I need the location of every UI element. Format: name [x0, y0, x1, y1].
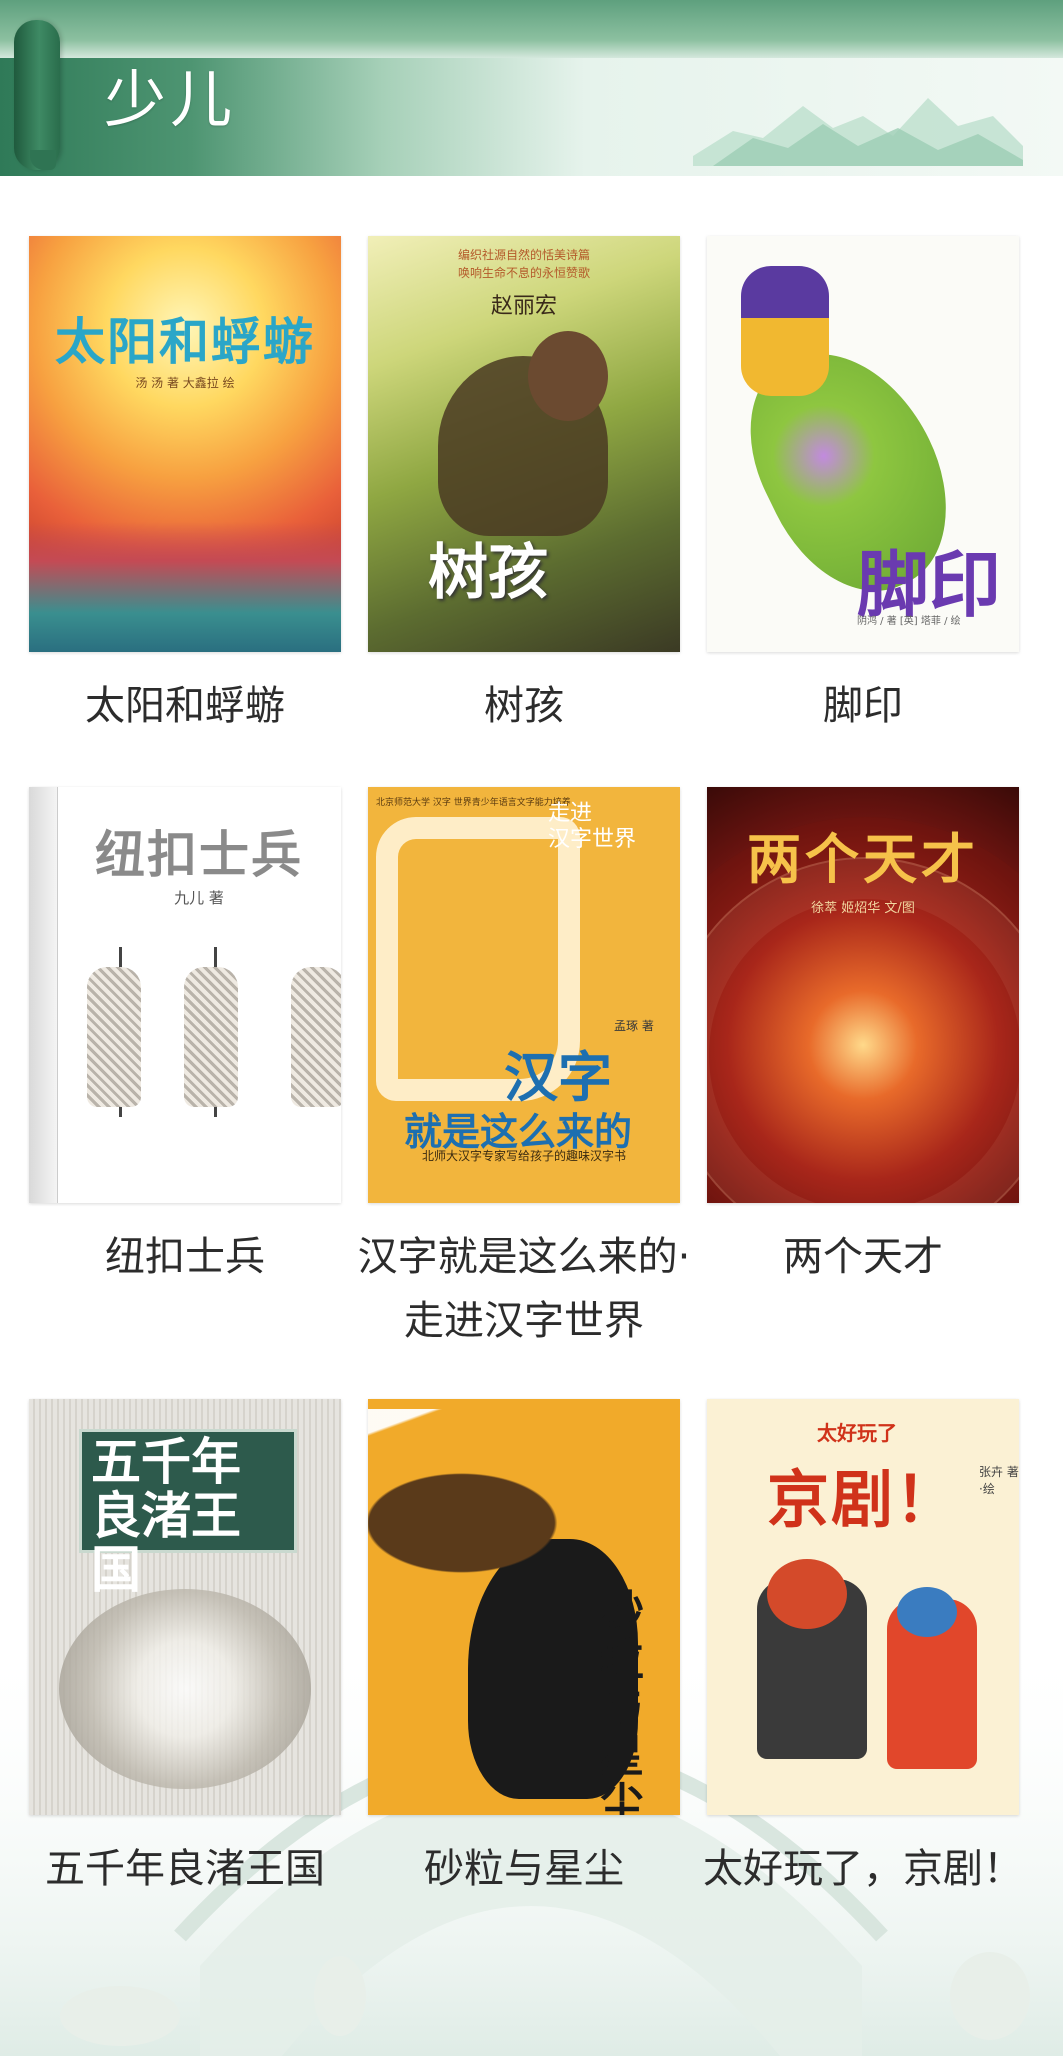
book-cover[interactable]: 太好玩了 京剧！ 张卉 著·绘 [707, 1399, 1019, 1815]
book-cover[interactable]: 砂粒与星尘 [368, 1399, 680, 1815]
book-title[interactable]: 树孩 [348, 674, 700, 738]
cover-title-small: 太好玩了 [817, 1421, 897, 1445]
cover-title: 五千年良渚王国 [91, 1433, 241, 1599]
cover-subtitle: 北师大汉字专家写给孩子的趣味汉字书 [421, 1149, 626, 1163]
book-cover[interactable]: 北京师范大学 汉字 世界青少年语言文字能力培养 走进 汉字世界 孟琢 著 汉字 … [368, 787, 680, 1203]
book-title[interactable]: 两个天才 [687, 1225, 1039, 1289]
cover-credit: 张卉 著·绘 [979, 1465, 1019, 1496]
book-title[interactable]: 汉字就是这么来的·走进汉字世界 [348, 1225, 700, 1353]
book-cover[interactable]: 五千年良渚王国 [29, 1399, 341, 1815]
cover-author: 九儿 著 [174, 889, 224, 907]
cover-title: 树孩 [428, 538, 548, 608]
book-cover[interactable]: 编织社源自然的恬美诗篇 唤响生命不息的永恒赞歌 赵丽宏 树孩 [368, 236, 680, 652]
cover-title: 太阳和蜉蝣 [55, 313, 315, 371]
book-title[interactable]: 纽扣士兵 [9, 1225, 361, 1289]
cover-author: 孟琢 著 [614, 1019, 654, 1033]
cover-title: 纽扣士兵 [95, 826, 303, 884]
cover-credit: 汤 汤 著 大鑫拉 绘 [135, 376, 235, 390]
cover-series: 走进 汉字世界 [548, 801, 637, 852]
book-title[interactable]: 太好玩了，京剧！ [687, 1837, 1039, 1901]
cover-title: 砂粒与星尘 [600, 1587, 644, 1816]
book-title[interactable]: 五千年良渚王国 [9, 1837, 361, 1901]
cover-credit: 阴鸿 / 著 [英] 塔菲 / 绘 [857, 616, 961, 627]
book-title[interactable]: 太阳和蜉蝣 [9, 674, 361, 738]
cover-credit: 徐萃 姬炤华 文/图 [811, 901, 915, 916]
book-cover[interactable]: 两个天才 徐萃 姬炤华 文/图 [707, 787, 1019, 1203]
cover-tagline: 编织社源自然的恬美诗篇 唤响生命不息的永恒赞歌 [457, 248, 590, 280]
book-cover[interactable]: 纽扣士兵 九儿 著 [29, 787, 341, 1203]
cover-top-note: 北京师范大学 汉字 世界青少年语言文字能力培养 [376, 798, 571, 808]
cover-title: 两个天才 [747, 828, 979, 891]
book-title[interactable]: 砂粒与星尘 [348, 1837, 700, 1901]
cover-title: 京剧！ [767, 1463, 960, 1536]
book-cover[interactable]: 太阳和蜉蝣 汤 汤 著 大鑫拉 绘 [29, 236, 341, 652]
book-cover[interactable]: 脚印 阴鸿 / 著 [英] 塔菲 / 绘 [707, 236, 1019, 652]
book-title[interactable]: 脚印 [687, 674, 1039, 738]
cover-author: 赵丽宏 [490, 294, 557, 319]
